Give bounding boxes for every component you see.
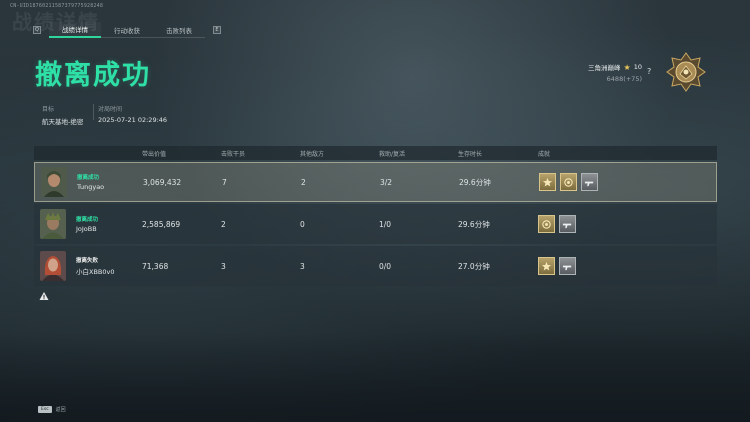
table-row[interactable]: 撤离失败 小白XBB0v0 71,368 3 3 0/0 27.0分钟 xyxy=(34,246,717,286)
rescue-revive: 3/2 xyxy=(380,177,393,187)
gun-achievement-icon[interactable] xyxy=(581,173,598,191)
target-info: 目标 航天基地-绝密 xyxy=(42,104,83,126)
star-icon: ★ xyxy=(623,62,631,72)
medal-achievement-icon[interactable] xyxy=(560,173,577,191)
other-enemies: 2 xyxy=(301,177,306,187)
header-rescue: 救助/复活 xyxy=(379,150,406,158)
table-row[interactable]: 撤离成功 JoJoBB 2,585,869 2 0 1/0 29.6分钟 xyxy=(34,204,717,244)
kills: 3 xyxy=(221,261,226,271)
target-value: 航天基地-绝密 xyxy=(42,118,84,126)
target-label: 目标 xyxy=(42,106,55,113)
rescue-revive: 0/0 xyxy=(379,261,392,271)
tab-loot[interactable]: 行动收获 xyxy=(101,22,153,38)
kills: 7 xyxy=(222,177,227,187)
avatar xyxy=(41,167,67,197)
kills: 2 xyxy=(221,219,226,229)
carried-value: 2,585,869 xyxy=(142,219,181,229)
avatar xyxy=(40,209,66,239)
other-enemies: 3 xyxy=(300,261,305,271)
extraction-result-title: 撤离成功 xyxy=(35,60,151,91)
table-row[interactable]: 撤离成功 Tungyao 3,069,432 7 2 3/2 29.6分钟 xyxy=(34,162,717,202)
rank-points: 6488(+75) xyxy=(606,75,642,83)
medal-achievement-icon[interactable] xyxy=(538,215,555,233)
survival-time: 27.0分钟 xyxy=(458,261,490,271)
meta-divider xyxy=(93,104,94,120)
report-warning-icon[interactable] xyxy=(39,291,49,301)
rescue-revive: 1/0 xyxy=(379,219,392,229)
gun-achievement-icon[interactable] xyxy=(559,215,576,233)
player-status: 撤离成功 xyxy=(77,175,100,181)
back-label: 返回 xyxy=(55,407,66,413)
player-name: 小白XBB0v0 xyxy=(76,268,115,276)
player-status: 撤离成功 xyxy=(76,217,99,223)
achievements xyxy=(539,173,598,191)
tab-battle-details[interactable]: 战绩详情 xyxy=(49,22,101,38)
back-button[interactable]: Esc 返回 xyxy=(38,406,66,413)
rank-info: 三角洲巅峰 ★ 10 6488(+75) xyxy=(588,62,642,84)
rank-stars: 10 xyxy=(633,63,642,71)
esc-key-hint: Esc xyxy=(38,406,52,413)
rank-name: 三角洲巅峰 xyxy=(588,64,621,72)
header-survival-time: 生存时长 xyxy=(458,150,483,158)
tabs: 战绩详情 行动收获 击败列表 xyxy=(49,22,205,38)
header-kills: 击败干员 xyxy=(221,150,246,158)
carried-value: 3,069,432 xyxy=(143,177,182,187)
tab-bar: Q 战绩详情 行动收获 击败列表 E xyxy=(33,22,221,38)
carried-value: 71,368 xyxy=(142,261,169,271)
rank-badge-icon xyxy=(666,52,706,92)
avatar xyxy=(40,251,66,281)
player-status: 撤离失败 xyxy=(76,258,99,264)
help-icon[interactable]: ? xyxy=(647,67,651,76)
tab-kill-list[interactable]: 击败列表 xyxy=(153,22,205,38)
time-label: 对局时间 xyxy=(98,106,123,113)
survival-time: 29.6分钟 xyxy=(459,177,491,187)
player-name: JoJoBB xyxy=(76,225,97,233)
header-value: 带出价值 xyxy=(142,150,167,158)
time-value: 2025-07-21 02:29:46 xyxy=(98,116,168,124)
header-other-enemies: 其他敌方 xyxy=(300,150,325,158)
next-tab-key[interactable]: E xyxy=(213,26,221,34)
achievements xyxy=(538,257,576,275)
prev-tab-key[interactable]: Q xyxy=(33,26,41,34)
achievements xyxy=(538,215,576,233)
star-achievement-icon[interactable] xyxy=(539,173,556,191)
other-enemies: 0 xyxy=(300,219,305,229)
gun-achievement-icon[interactable] xyxy=(559,257,576,275)
battle-stats-table: 带出价值 击败干员 其他敌方 救助/复活 生存时长 成就 撤离成功 Tungya… xyxy=(34,146,717,286)
star-achievement-icon[interactable] xyxy=(538,257,555,275)
table-header: 带出价值 击败干员 其他敌方 救助/复活 生存时长 成就 xyxy=(34,146,717,160)
time-info: 对局时间 2025-07-21 02:29:46 xyxy=(98,104,167,124)
survival-time: 29.6分钟 xyxy=(458,219,490,229)
header-achievements: 成就 xyxy=(538,150,551,158)
player-name: Tungyao xyxy=(77,183,105,191)
